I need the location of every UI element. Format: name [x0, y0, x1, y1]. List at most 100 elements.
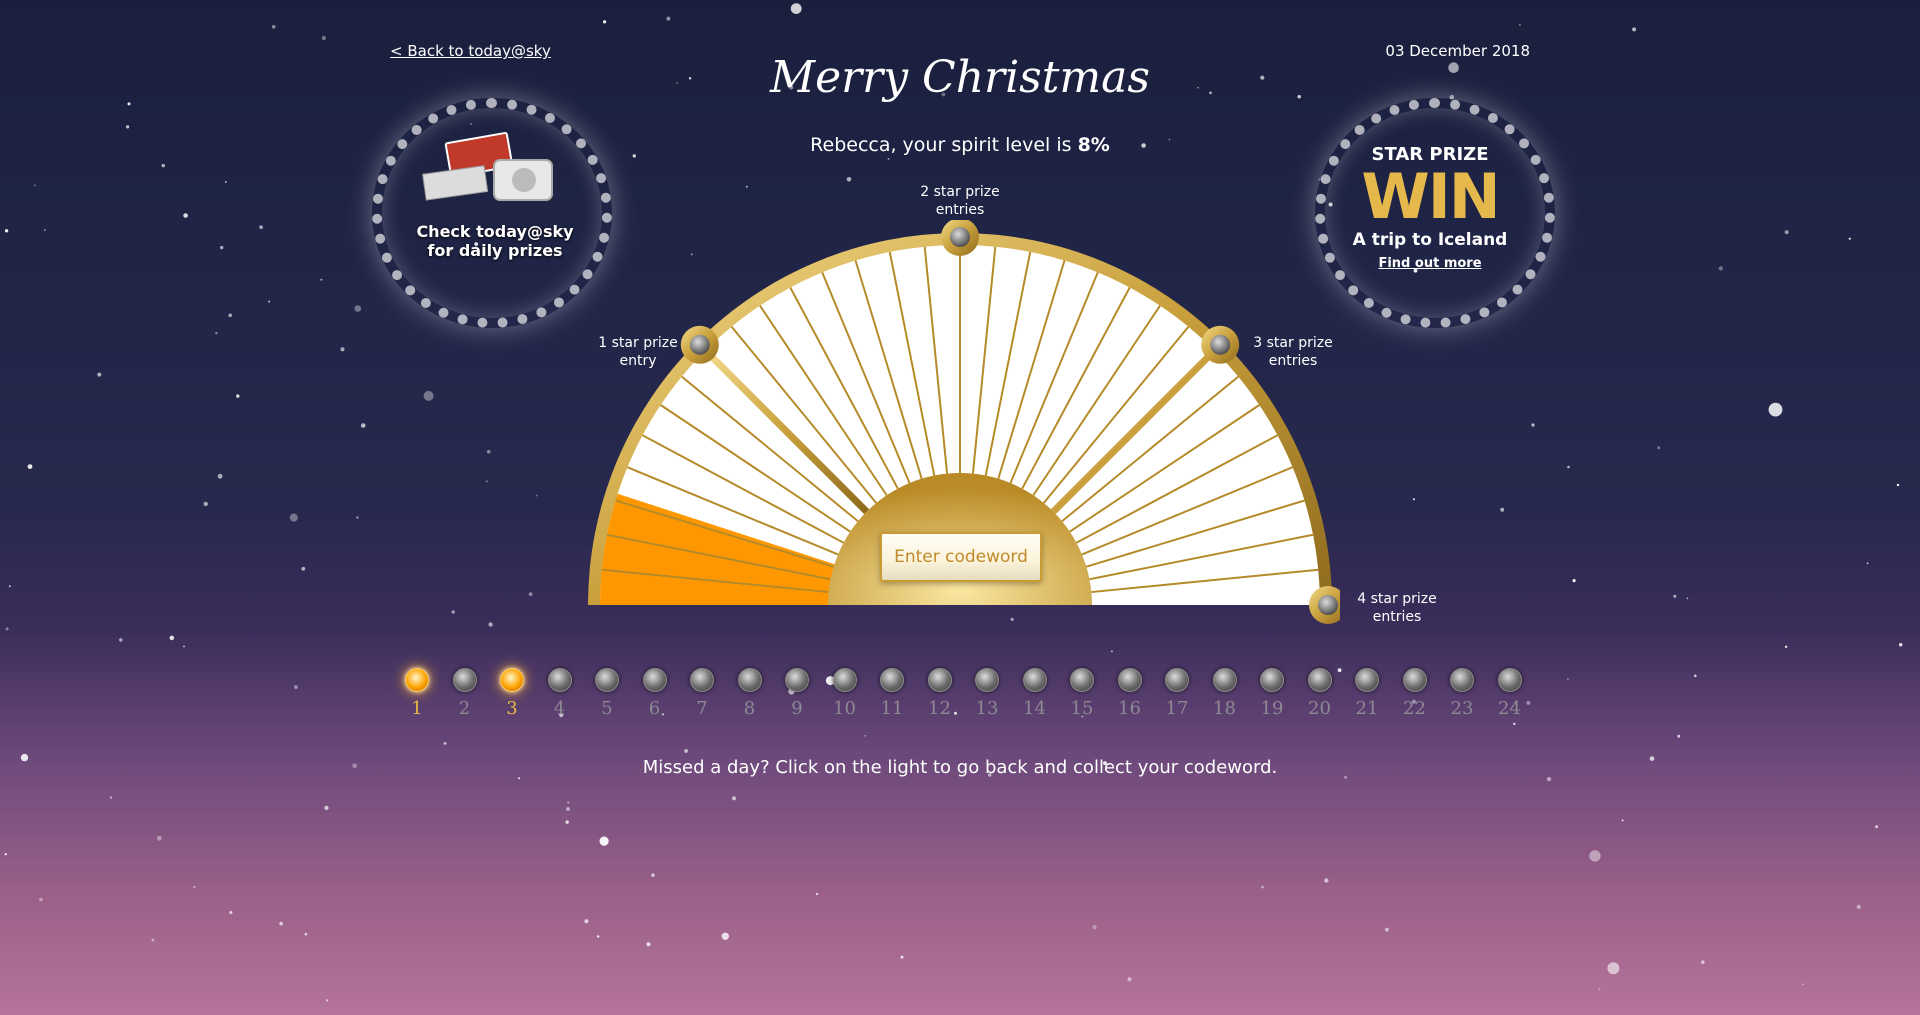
- snowflake: [1598, 988, 1601, 991]
- snowflake: [4, 853, 7, 856]
- bulb-icon: [1212, 668, 1237, 692]
- day-light-4[interactable]: 4: [538, 668, 582, 719]
- snowflake: [325, 999, 329, 1002]
- day-light-12[interactable]: 12: [918, 668, 962, 719]
- day-number: 3: [506, 698, 518, 719]
- level-3-line2: entries: [1268, 353, 1318, 369]
- back-to-today-link[interactable]: < Back to today@sky: [390, 42, 551, 60]
- day-light-24[interactable]: 24: [1488, 668, 1532, 719]
- snowflake: [423, 390, 434, 401]
- snowflake: [488, 622, 493, 627]
- day-number: 8: [743, 698, 756, 719]
- bulb-icon: [737, 668, 762, 692]
- level-3-label: 3 star prize entries: [1223, 334, 1363, 370]
- page-title: Merry Christmas: [770, 52, 1150, 103]
- snowflake: [183, 645, 185, 648]
- snowflake: [1297, 95, 1301, 99]
- snowflake: [1848, 237, 1851, 240]
- day-light-22[interactable]: 22: [1393, 668, 1437, 719]
- snowflake: [676, 82, 678, 84]
- snowflake: [666, 16, 671, 21]
- snowflake: [1197, 86, 1199, 89]
- snowflake: [1784, 230, 1789, 235]
- snowflake: [1673, 594, 1677, 598]
- day-light-5[interactable]: 5: [585, 668, 629, 719]
- level-1-line1: 1 star prize: [598, 335, 678, 351]
- snowflake: [1686, 597, 1689, 600]
- day-light-3[interactable]: 3: [490, 668, 534, 719]
- snowflake: [1621, 819, 1624, 822]
- bulb-icon: [595, 668, 619, 692]
- snowflake: [1566, 678, 1569, 681]
- snowflake: [887, 158, 890, 160]
- snowflake: [1092, 925, 1097, 930]
- snowflake: [126, 125, 130, 129]
- snowflake: [566, 807, 570, 811]
- snowflake: [651, 873, 655, 877]
- snowflake: [1261, 885, 1264, 889]
- day-light-2[interactable]: 2: [443, 668, 487, 719]
- find-out-more-link[interactable]: Find out more: [1330, 256, 1530, 271]
- advent-day-lights: 1 2 3 4 5 6 7 8 9 10 11 12 13 14 15 16 17 18 19 20 21 22 23 24: [395, 668, 1525, 728]
- day-light-13[interactable]: 13: [965, 668, 1009, 719]
- snowflake: [632, 154, 636, 158]
- snowflake: [203, 501, 208, 507]
- day-light-17[interactable]: 17: [1155, 668, 1199, 719]
- level-1-label: 1 star prize entry: [568, 334, 708, 370]
- snowflake: [597, 935, 600, 938]
- snowflake: [815, 892, 819, 896]
- bulb-icon: [547, 668, 572, 692]
- snowflake: [1260, 75, 1265, 80]
- snowflake: [518, 777, 521, 780]
- snowflake: [1531, 423, 1535, 427]
- snowflake: [97, 372, 102, 377]
- snowflake: [1657, 446, 1661, 450]
- day-light-11[interactable]: 11: [870, 668, 914, 719]
- day-light-20[interactable]: 20: [1298, 668, 1342, 719]
- day-light-15[interactable]: 15: [1060, 668, 1104, 719]
- day-number: 19: [1260, 698, 1284, 719]
- day-number: 12: [928, 698, 951, 719]
- daily-prizes-link[interactable]: Check today@sky for daily prizes: [395, 222, 595, 260]
- enter-codeword-button[interactable]: Enter codeword: [880, 532, 1042, 582]
- snowflake: [451, 610, 455, 614]
- day-light-18[interactable]: 18: [1203, 668, 1247, 719]
- day-light-8[interactable]: 8: [728, 668, 772, 719]
- day-number: 20: [1308, 698, 1331, 719]
- snowflake: [294, 685, 298, 689]
- day-light-23[interactable]: 23: [1440, 668, 1484, 719]
- day-light-14[interactable]: 14: [1013, 668, 1057, 719]
- snowflake: [688, 77, 692, 80]
- snowflake: [1607, 962, 1620, 975]
- day-light-1[interactable]: 1: [395, 668, 439, 719]
- day-light-10[interactable]: 10: [823, 668, 867, 719]
- snowflake: [119, 638, 123, 642]
- bulb-icon: [975, 668, 999, 692]
- bulb-icon: [1117, 668, 1142, 692]
- day-light-6[interactable]: 6: [633, 668, 677, 719]
- bulb-icon: [1497, 668, 1522, 692]
- snowflake: [1768, 402, 1783, 417]
- snowflake: [20, 753, 29, 762]
- day-light-9[interactable]: 9: [775, 668, 819, 719]
- snowflake: [846, 177, 852, 182]
- star-prize-trip: A trip to Iceland: [1352, 230, 1508, 250]
- snowflake: [109, 796, 113, 799]
- snowflake: [1856, 904, 1861, 909]
- daily-prizes-icon: [422, 132, 553, 201]
- day-light-16[interactable]: 16: [1108, 668, 1152, 719]
- snowflake: [27, 464, 33, 469]
- snowflake: [1896, 483, 1900, 487]
- day-light-19[interactable]: 19: [1250, 668, 1294, 719]
- bulb-icon: [1165, 668, 1189, 692]
- snowflake: [193, 885, 196, 889]
- bulb-icon: [1450, 668, 1474, 692]
- day-number: 6: [648, 698, 661, 719]
- day-light-21[interactable]: 21: [1345, 668, 1389, 719]
- snowflake: [304, 932, 308, 936]
- snowflake: [1649, 756, 1655, 761]
- level-4-label: 4 star prize entries: [1327, 590, 1467, 626]
- snowflake: [34, 184, 36, 187]
- snowflake: [169, 635, 175, 641]
- day-light-7[interactable]: 7: [680, 668, 724, 719]
